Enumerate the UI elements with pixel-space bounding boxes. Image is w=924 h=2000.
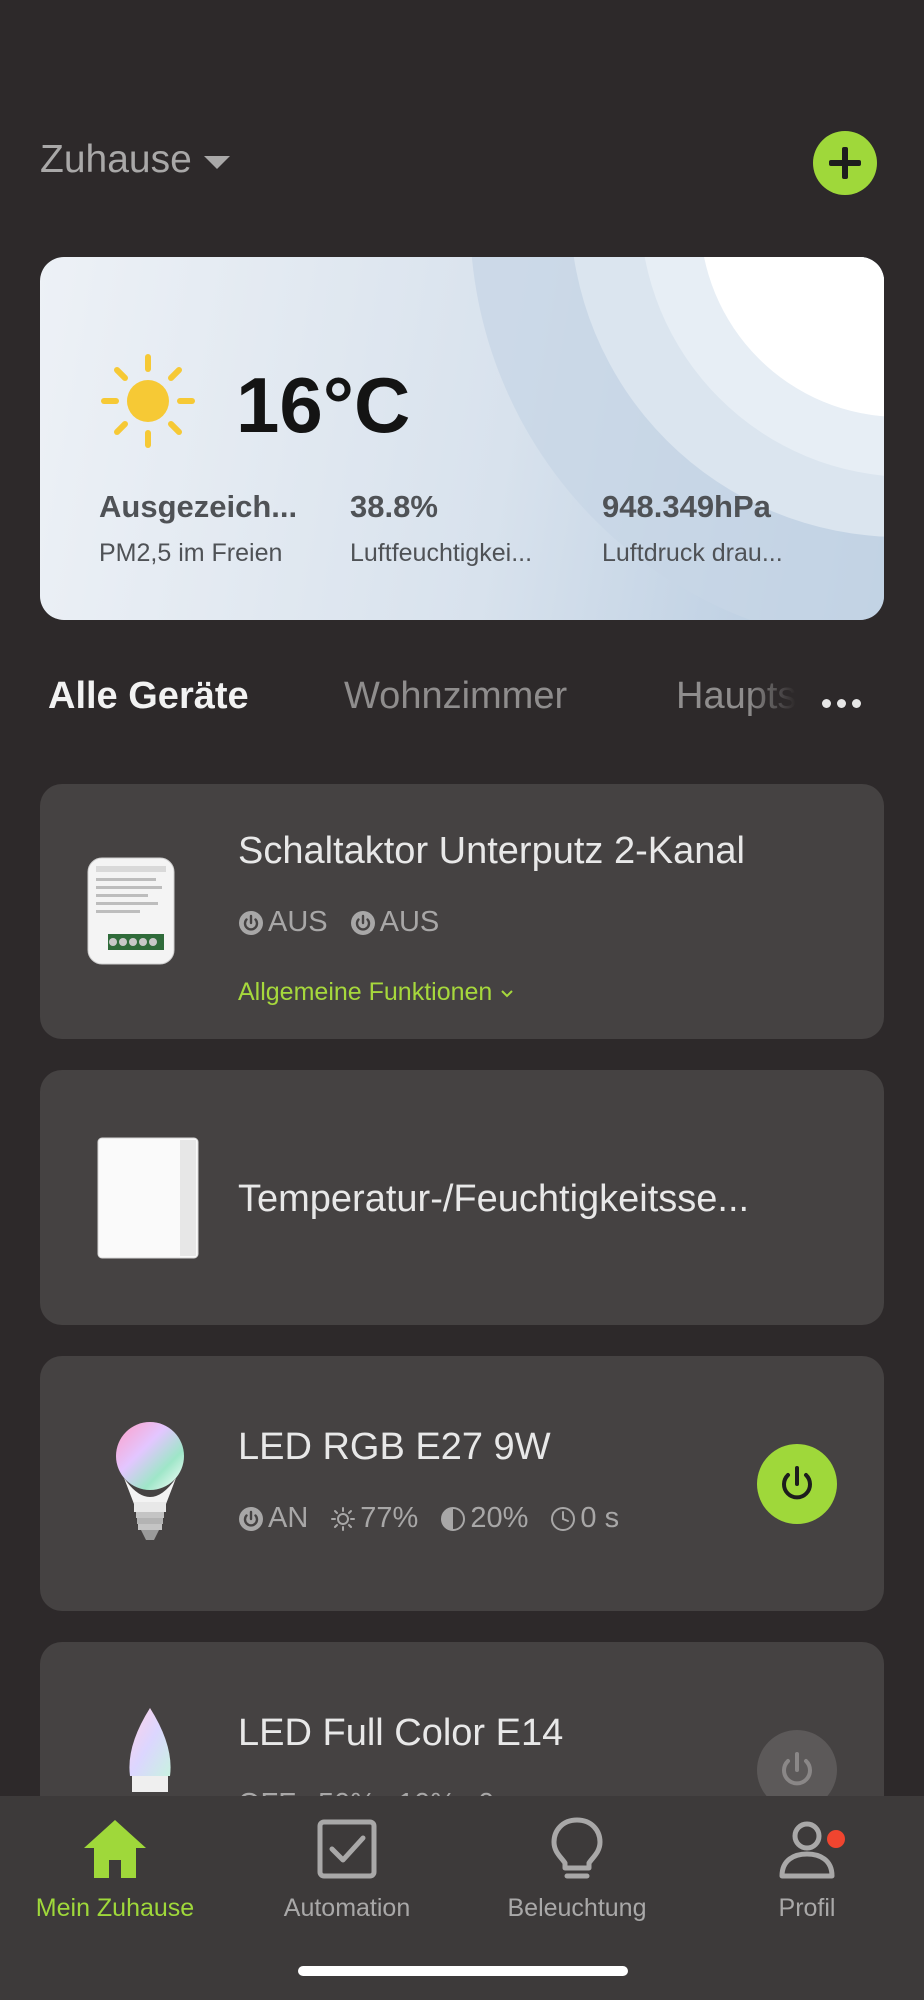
bulb-image <box>116 1422 184 1540</box>
chevron-down-icon <box>501 990 513 998</box>
device-name: LED RGB E27 9W <box>238 1426 551 1468</box>
lightbulb-icon <box>551 1817 603 1879</box>
nav-label: Automation <box>283 1894 411 1922</box>
more-tabs-icon[interactable] <box>822 695 892 711</box>
screen: Zuhause 16°C Ausgezeich... PM2,5 im Frei… <box>0 0 924 2000</box>
weather-stat-pm25: Ausgezeich... PM2,5 im Freien <box>99 489 297 568</box>
status-item: AUS <box>350 906 440 939</box>
power-icon <box>239 910 263 935</box>
tab-haupts[interactable]: Haupts <box>676 675 796 718</box>
chevron-down-icon <box>203 155 230 169</box>
home-icon <box>84 1820 146 1878</box>
device-card-temperature-sensor[interactable]: Temperatur-/Feuchtigkeitsse... <box>40 1070 884 1325</box>
power-icon <box>782 1752 812 1786</box>
power-icon <box>239 1506 263 1531</box>
status-text: AUS <box>379 906 440 938</box>
stat-value: 38.8% <box>350 489 438 524</box>
nav-profil[interactable]: Profil <box>707 1814 907 1923</box>
status-item: 0 s <box>550 1502 619 1535</box>
switch-module-image <box>87 857 175 965</box>
add-button[interactable] <box>813 131 877 195</box>
status-text: AUS <box>268 906 328 938</box>
sensor-image <box>97 1137 199 1259</box>
status-item: AUS <box>238 906 328 939</box>
power-button[interactable] <box>757 1444 837 1524</box>
home-selector[interactable]: Zuhause <box>40 138 230 182</box>
sun-icon <box>101 354 195 448</box>
link-text: Allgemeine Funktionen <box>238 978 493 1006</box>
device-status: AUS AUS <box>238 906 439 939</box>
status-text: 0 s <box>580 1502 620 1534</box>
stat-label: Luftdruck drau... <box>602 539 783 567</box>
status-text: 77% <box>360 1502 419 1534</box>
home-title: Zuhause <box>40 138 192 181</box>
nav-beleuchtung[interactable]: Beleuchtung <box>477 1814 677 1923</box>
power-icon <box>350 910 375 935</box>
device-name: Temperatur-/Feuchtigkeitsse... <box>238 1178 750 1220</box>
device-status: AN 77% 20% 0 s <box>238 1502 619 1535</box>
device-card-schaltaktor[interactable]: Schaltaktor Unterputz 2-Kanal AUS AUS Al… <box>40 784 884 1039</box>
status-item: 77% <box>330 1502 418 1535</box>
status-item: 20% <box>440 1502 528 1535</box>
temperature: 16°C <box>236 361 411 449</box>
nav-label: Profil <box>778 1894 836 1922</box>
tab-wohnzimmer[interactable]: Wohnzimmer <box>344 675 567 718</box>
weather-card[interactable]: 16°C Ausgezeich... PM2,5 im Freien 38.8%… <box>40 257 884 620</box>
weather-stat-humidity: 38.8% Luftfeuchtigkei... <box>350 489 532 568</box>
stat-value: 948.349hPa <box>602 489 771 524</box>
contrast-icon <box>441 1506 466 1531</box>
stat-value: Ausgezeich... <box>99 489 298 524</box>
status-text: AN <box>268 1502 309 1534</box>
stat-label: PM2,5 im Freien <box>99 539 283 567</box>
weather-stat-pressure: 948.349hPa Luftdruck drau... <box>602 489 783 568</box>
plus-icon <box>829 147 861 179</box>
power-icon <box>782 1466 812 1500</box>
home-indicator <box>298 1966 628 1976</box>
brightness-icon <box>331 1506 356 1531</box>
device-card-led-rgb-e27[interactable]: LED RGB E27 9W AN 77% 20% 0 s <box>40 1356 884 1611</box>
device-name: Schaltaktor Unterputz 2-Kanal <box>238 830 745 872</box>
notification-badge <box>827 1830 845 1848</box>
tab-alle-geraete[interactable]: Alle Geräte <box>48 675 249 718</box>
status-text: 20% <box>470 1502 529 1534</box>
stat-label: Luftfeuchtigkei... <box>350 539 533 567</box>
checkbox-icon <box>317 1819 377 1879</box>
profile-icon <box>779 1821 835 1879</box>
nav-automation[interactable]: Automation <box>247 1814 447 1923</box>
nav-label: Mein Zuhause <box>35 1894 195 1922</box>
device-name: LED Full Color E14 <box>238 1712 564 1754</box>
clock-icon <box>551 1506 576 1531</box>
nav-mein-zuhause[interactable]: Mein Zuhause <box>15 1814 215 1923</box>
nav-label: Beleuchtung <box>507 1894 647 1922</box>
general-functions-link[interactable]: Allgemeine Funktionen <box>238 978 515 1007</box>
room-tabs: Alle Geräte Wohnzimmer Haupts <box>48 675 888 725</box>
status-item: AN <box>238 1502 308 1535</box>
